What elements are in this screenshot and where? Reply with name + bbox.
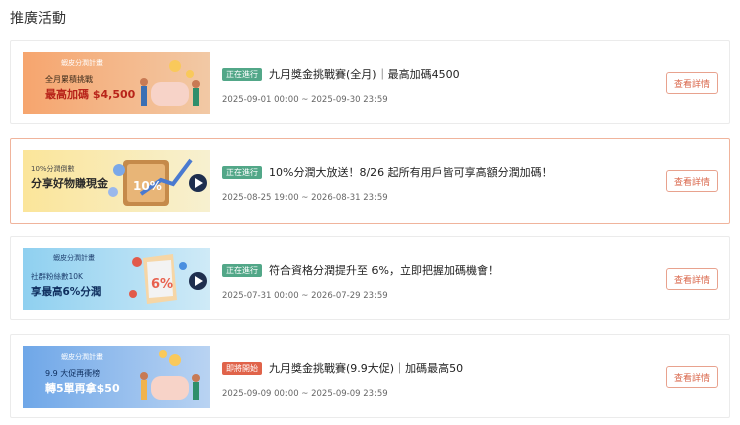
campaign-banner[interactable]: 10%分潤倒數 分享好物賺現金 10% [23, 150, 210, 212]
banner-line1: 10%分潤倒數 [31, 164, 75, 173]
status-badge: 正在進行 [222, 263, 262, 277]
campaign-title: 10%分潤大放送！8/26 起所有用戶皆可享高額分潤加碼！ [269, 166, 553, 179]
campaign-title: 九月獎金挑戰賽(全月)｜最高加碼4500 [269, 68, 460, 81]
campaign-card: 蝦皮分潤計畫 社群粉絲數10K 享最高6%分潤 6% 正在進行 符合資格分潤提升… [10, 236, 730, 320]
status-badge: 即將開始 [222, 361, 262, 375]
banner-line2: 轉5單再拿$50 [45, 381, 120, 395]
banner-badge: 10% [133, 179, 162, 193]
campaign-date: 2025-08-25 19:00 ~ 2026-08-31 23:59 [222, 193, 388, 203]
banner-badge: 6% [151, 277, 173, 292]
campaign-banner[interactable]: 蝦皮分潤計畫 社群粉絲數10K 享最高6%分潤 6% [23, 248, 210, 310]
campaign-date: 2025-09-01 00:00 ~ 2025-09-30 23:59 [222, 95, 388, 105]
view-details-button[interactable]: 查看詳情 [666, 170, 718, 192]
banner-line1: 全月累積挑戰 [45, 74, 93, 84]
banner-line1: 9.9 大促再衝榜 [45, 368, 100, 378]
status-badge: 正在進行 [222, 165, 262, 179]
campaign-card: 10%分潤倒數 分享好物賺現金 10% 正在進行 10%分潤大放送！8/26 起… [10, 138, 730, 224]
campaign-title: 九月獎金挑戰賽(9.9大促)｜加碼最高50 [269, 362, 464, 375]
banner-line2: 分享好物賺現金 [31, 176, 109, 190]
campaign-banner[interactable]: 蝦皮分潤計畫 全月累積挑戰 最高加碼 $4,500 [23, 52, 210, 114]
banner-line2: 最高加碼 $4,500 [45, 87, 136, 101]
status-badge: 正在進行 [222, 67, 262, 81]
page-title: 推廣活動 [10, 11, 66, 27]
campaign-card: 蝦皮分潤計畫 全月累積挑戰 最高加碼 $4,500 正在進行 九月獎金挑戰賽(全… [10, 40, 730, 124]
banner-line1: 社群粉絲數10K [31, 271, 84, 281]
view-details-button[interactable]: 查看詳情 [666, 72, 718, 94]
campaign-date: 2025-09-09 00:00 ~ 2025-09-09 23:59 [222, 389, 388, 399]
campaign-date: 2025-07-31 00:00 ~ 2026-07-29 23:59 [222, 291, 388, 301]
banner-logo-text: 蝦皮分潤計畫 [61, 58, 103, 67]
banner-logo-text: 蝦皮分潤計畫 [53, 253, 95, 262]
campaign-card: 蝦皮分潤計畫 9.9 大促再衝榜 轉5單再拿$50 即將開始 九月獎金挑戰賽(9… [10, 334, 730, 418]
view-details-button[interactable]: 查看詳情 [666, 366, 718, 388]
campaign-banner[interactable]: 蝦皮分潤計畫 9.9 大促再衝榜 轉5單再拿$50 [23, 346, 210, 408]
campaign-title: 符合資格分潤提升至 6%，立即把握加碼機會！ [269, 264, 499, 277]
banner-logo-text: 蝦皮分潤計畫 [61, 352, 103, 361]
banner-line2: 享最高6%分潤 [31, 285, 101, 298]
view-details-button[interactable]: 查看詳情 [666, 268, 718, 290]
